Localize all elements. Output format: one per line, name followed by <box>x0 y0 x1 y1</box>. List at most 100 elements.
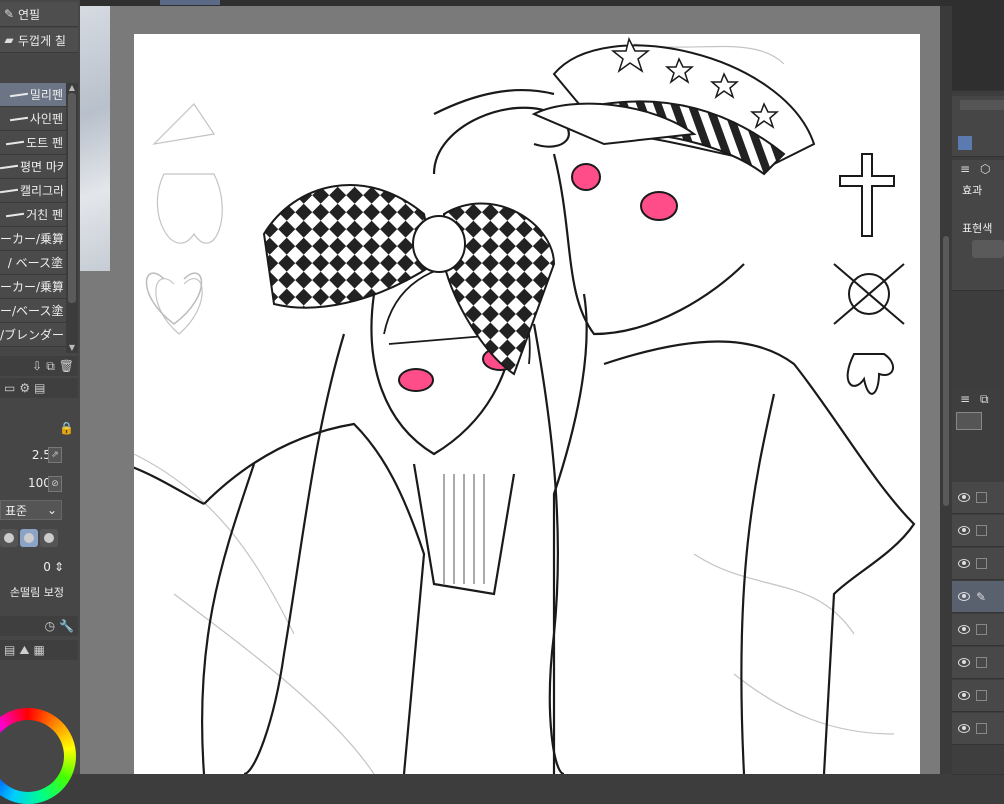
eye-icon[interactable] <box>958 526 970 535</box>
scrollbar-thumb[interactable] <box>943 236 949 506</box>
stepper-icon[interactable]: ⇕ <box>54 560 64 574</box>
canvas-workspace <box>80 0 952 774</box>
brush-label: /ブレンダー <box>0 328 63 342</box>
tool-property-panel: ✎ 연필 ▰ 두껍게 칠 밀리펜 사인펜 도트 펜 평면 마커 캘리그라피 거친… <box>0 0 80 804</box>
canvas-scrollbar[interactable] <box>940 6 952 774</box>
color-wheel[interactable] <box>0 708 76 804</box>
canvas-tab[interactable] <box>160 0 220 5</box>
brush-label: / ベース塗 <box>7 256 63 270</box>
brush-stroke-preview <box>0 164 19 169</box>
checkbox[interactable] <box>976 525 987 536</box>
brush-stroke-preview <box>9 116 28 121</box>
right-dock: ≡ ⬡ 효과 표현색 ≡ ⧉ ✎ <box>952 0 1004 775</box>
color-tab-icon[interactable]: ▤ <box>4 643 15 657</box>
brush-stroke-preview <box>0 188 19 193</box>
timer-icon[interactable]: ◷ <box>45 619 55 633</box>
brush-item[interactable]: /ブレンダー <box>0 323 66 347</box>
trash-icon[interactable]: 🗑 <box>59 359 74 373</box>
scrollbar-thumb[interactable] <box>68 93 76 303</box>
layer-panel: ≡ ⧉ ✎ <box>952 390 1004 775</box>
layer-row[interactable] <box>952 614 1004 646</box>
subtool-label: 연필 <box>18 7 41 22</box>
download-icon[interactable]: ⇩ <box>32 359 42 373</box>
marker-icon: ▰ <box>4 33 14 47</box>
checkbox[interactable] <box>976 657 987 668</box>
eye-icon[interactable] <box>958 625 970 634</box>
reference-image <box>80 6 110 271</box>
eye-icon[interactable] <box>958 658 970 667</box>
pencil-icon: ✎ <box>3 7 15 21</box>
checkbox[interactable] <box>976 624 987 635</box>
cube-icon[interactable]: ⬡ <box>980 162 990 176</box>
brush-item[interactable]: 캘리그라피 <box>0 179 66 203</box>
brush-item[interactable]: 사인펜 <box>0 107 66 131</box>
menu-icon[interactable]: ≡ <box>960 392 970 406</box>
layer-row[interactable] <box>952 647 1004 679</box>
property-footer: ◷ 🔧 <box>0 616 78 636</box>
brush-label: 거친 펜 <box>26 208 63 222</box>
mountain-icon[interactable]: ⛰ <box>19 643 29 658</box>
layer-row[interactable] <box>952 548 1004 580</box>
scroll-down-icon[interactable]: ▼ <box>67 343 77 353</box>
brush-item[interactable]: 도트 펜 <box>0 131 66 155</box>
scroll-up-icon[interactable]: ▲ <box>67 83 77 93</box>
brush-item[interactable]: 거친 펜 <box>0 203 66 227</box>
layer-row[interactable] <box>952 713 1004 745</box>
tip-shape-option[interactable] <box>0 529 18 547</box>
checkbox[interactable] <box>976 492 987 503</box>
color-mode-button[interactable] <box>972 240 1004 258</box>
wrench-icon[interactable]: 🔧 <box>59 619 74 633</box>
layer-row[interactable] <box>952 482 1004 514</box>
duplicate-icon[interactable]: ⧉ <box>46 359 55 374</box>
brush-item[interactable]: / ベース塗 <box>0 251 66 275</box>
drawing-canvas[interactable] <box>134 34 920 774</box>
brush-item[interactable]: ーカー/乗算 <box>0 227 66 251</box>
subtool-pencil[interactable]: ✎ 연필 <box>0 2 78 27</box>
value-field[interactable]: 0 ⇕ <box>0 556 64 578</box>
brush-item[interactable]: ーカー/乗算 <box>0 275 66 299</box>
eye-icon[interactable] <box>958 592 970 601</box>
eye-icon[interactable] <box>958 691 970 700</box>
navigator-panel <box>952 0 1004 91</box>
checkbox[interactable] <box>976 690 987 701</box>
eye-icon[interactable] <box>958 493 970 502</box>
checkbox[interactable] <box>976 558 987 569</box>
brush-item[interactable]: ー/ベース塗 <box>0 299 66 323</box>
blend-mode-value: 표준 <box>5 503 28 518</box>
brush-item[interactable]: 평면 마커 <box>0 155 66 179</box>
brush-item[interactable]: 밀리펜 <box>0 83 66 107</box>
layers-icon[interactable]: ⧉ <box>980 392 989 407</box>
brush-label: 밀리펜 <box>29 88 63 102</box>
effect-label: 효과 <box>962 184 983 197</box>
brush-tip-shapes <box>0 528 62 548</box>
eye-icon[interactable] <box>958 724 970 733</box>
subtool-marker[interactable]: ▰ 두껍게 칠 <box>0 28 78 53</box>
checkbox[interactable] <box>976 723 987 734</box>
subtool-label: 두껍게 칠 <box>18 33 66 48</box>
layer-row[interactable] <box>952 680 1004 712</box>
brush-label: 캘리그라피 <box>20 184 63 198</box>
tip-shape-option[interactable] <box>20 529 38 547</box>
layer-mode-select[interactable] <box>956 412 982 430</box>
property-panel-icon[interactable]: ▭ <box>4 381 15 395</box>
lock-icon[interactable]: 🔒 <box>59 421 74 435</box>
sub-view-bar <box>960 100 1004 110</box>
sliders-icon[interactable]: ⚙ <box>19 381 30 395</box>
stabilization-label: 손떨림 보정 <box>9 586 64 599</box>
brush-label: 평면 마커 <box>20 160 63 174</box>
layer-row[interactable]: ✎ <box>952 581 1004 613</box>
pressure-toggle-icon[interactable]: ⇗ <box>48 447 62 463</box>
tip-shape-option[interactable] <box>40 529 58 547</box>
brush-list-scrollbar[interactable]: ▲ ▼ <box>66 83 78 353</box>
brush-stroke-preview <box>6 212 25 217</box>
eye-icon[interactable] <box>958 559 970 568</box>
eyedropper-icon[interactable] <box>958 136 972 150</box>
palette-tab-icon[interactable]: ▦ <box>33 643 44 657</box>
menu-icon[interactable]: ≡ <box>960 162 970 176</box>
opacity-toggle-icon[interactable]: ⊘ <box>48 476 62 492</box>
blend-mode-select[interactable]: 표준 ⌄ <box>0 500 62 520</box>
layer-row[interactable] <box>952 515 1004 547</box>
brush-list-toolbar: ⇩ ⧉ 🗑 <box>0 356 78 376</box>
pen-icon: ✎ <box>976 589 987 604</box>
layers-small-icon[interactable]: ▤ <box>34 381 45 395</box>
